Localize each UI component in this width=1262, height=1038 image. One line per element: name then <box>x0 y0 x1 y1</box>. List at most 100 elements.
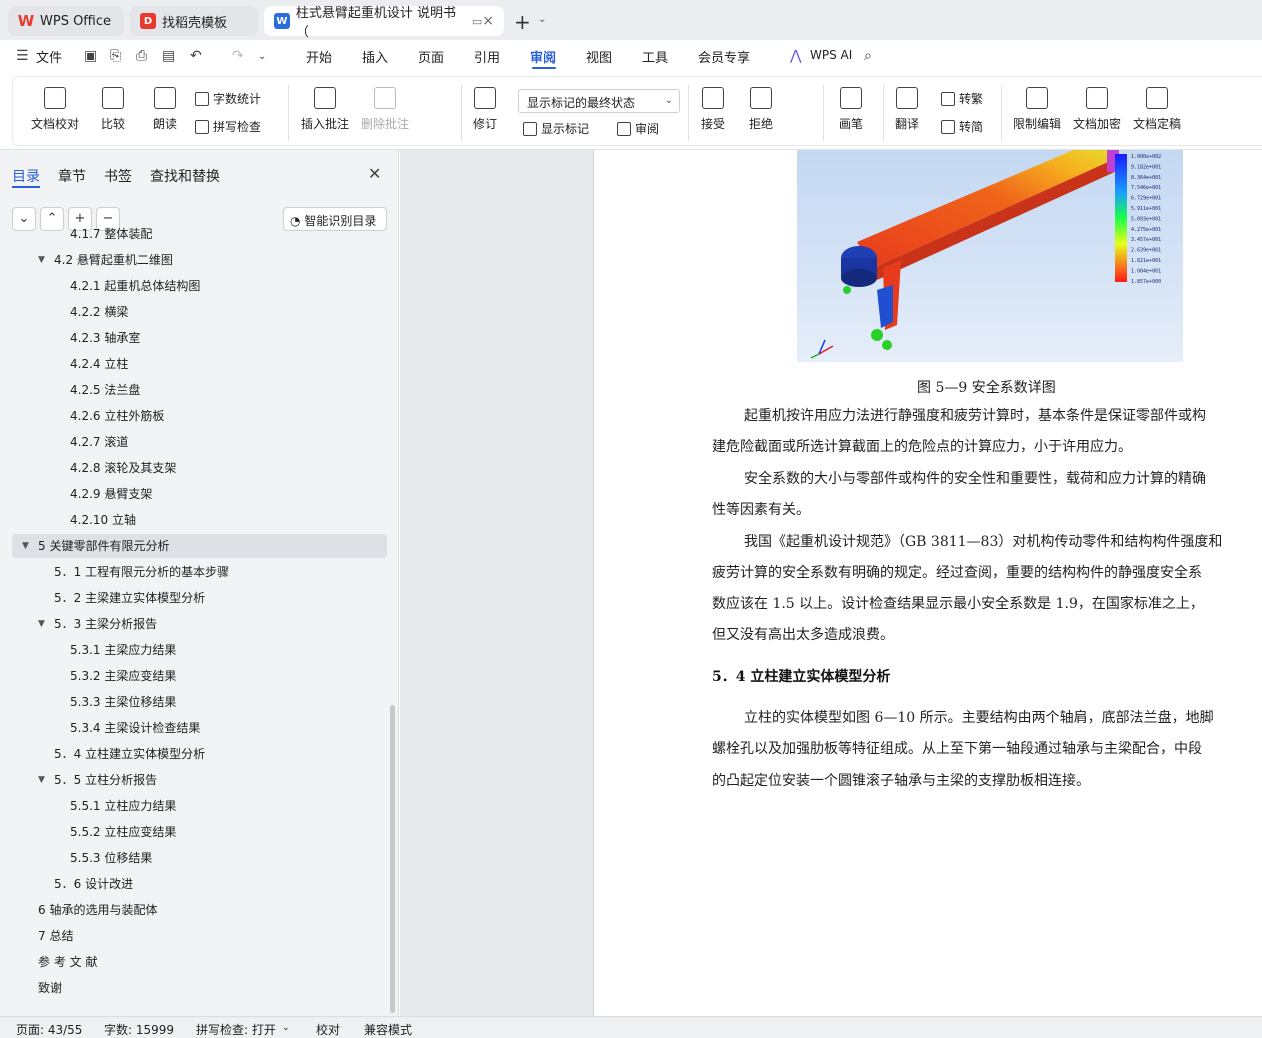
toc-item[interactable]: 5.5.3 位移结果 <box>12 846 387 870</box>
close-tab-icon[interactable]: × <box>482 13 494 29</box>
toc-item[interactable]: 4.2.8 滚轮及其支架 <box>12 456 387 480</box>
menu-insert[interactable]: 插入 <box>362 47 388 66</box>
axis-triad-icon <box>810 339 834 359</box>
encrypt-button[interactable]: 文档加密 <box>1073 87 1121 132</box>
menu-member[interactable]: 会员专享 <box>698 47 750 66</box>
caret-down-icon[interactable]: ▼ <box>38 768 45 792</box>
delete-comment-button[interactable]: 删除批注 <box>361 87 409 132</box>
chevron-down-icon[interactable]: ⌄ <box>282 1023 290 1033</box>
tab-bookmarks[interactable]: 书签 <box>104 166 132 186</box>
review-pane-button[interactable]: 审阅 <box>617 120 659 137</box>
caret-down-icon[interactable]: ▼ <box>22 534 29 558</box>
toc-item[interactable]: 5．6 设计改进 <box>12 872 387 896</box>
share-icon[interactable]: ⎘ <box>110 48 121 64</box>
toc-item-label: 5.5.1 立柱应力结果 <box>70 799 177 813</box>
tab-find-replace[interactable]: 查找和替换 <box>150 166 220 186</box>
page-indicator[interactable]: 页面: 43/55 <box>16 1021 82 1038</box>
toc-item[interactable]: 4.2.3 轴承室 <box>12 326 387 350</box>
toc-item[interactable]: 4.2.9 悬臂支架 <box>12 482 387 506</box>
spell-check-button[interactable]: 拼写检查 <box>195 118 261 135</box>
toc-item-label: 4.2.10 立轴 <box>70 513 136 527</box>
reject-button[interactable]: 拒绝 <box>749 87 773 132</box>
save-icon[interactable]: ▣ <box>84 48 97 64</box>
menu-page[interactable]: 页面 <box>418 47 444 66</box>
accept-button[interactable]: 接受 <box>701 87 725 132</box>
to-traditional-button[interactable]: 转繁 <box>941 90 983 107</box>
close-icon[interactable]: ✕ <box>368 164 381 183</box>
redo-icon[interactable]: ↷ <box>232 48 244 64</box>
insert-comment-button[interactable]: 插入批注 <box>301 87 349 132</box>
new-tab-button[interactable]: + <box>514 10 531 34</box>
read-aloud-button[interactable]: 朗读 <box>153 87 177 132</box>
tab-wps-office[interactable]: W WPS Office <box>8 6 124 36</box>
menu-references[interactable]: 引用 <box>474 47 500 66</box>
caret-down-icon[interactable]: ▼ <box>38 612 45 636</box>
menu-view[interactable]: 视图 <box>586 47 612 66</box>
toc-item[interactable]: 4.1.7 整体装配 <box>12 222 387 246</box>
scrollbar[interactable] <box>390 705 395 1013</box>
toc-item[interactable]: 5.5.1 立柱应力结果 <box>12 794 387 818</box>
spell-check-status[interactable]: 拼写检查: 打开 <box>196 1021 276 1038</box>
menu-file[interactable]: 文件 <box>36 47 62 66</box>
caret-down-icon[interactable]: ▼ <box>38 248 45 272</box>
translate-button[interactable]: 翻译 <box>895 87 919 132</box>
show-markup-icon <box>523 121 537 136</box>
to-simplified-button[interactable]: 转简 <box>941 118 983 135</box>
paragraph-line: 螺栓孔以及加强肋板等特征组成。从上至下第一轴段通过轴承与主梁配合，中段 <box>712 741 1202 757</box>
toc-item-label: 4.2.8 滚轮及其支架 <box>70 461 177 475</box>
toc-item[interactable]: 5.3.4 主梁设计检查结果 <box>12 716 387 740</box>
chevron-down-icon[interactable]: ⌄ <box>538 14 546 25</box>
tab-chapters[interactable]: 章节 <box>58 166 86 186</box>
print-preview-icon[interactable]: ▤ <box>162 48 175 64</box>
menu-home[interactable]: 开始 <box>306 47 332 66</box>
word-count-button[interactable]: 字数统计 <box>195 90 261 107</box>
toc-item[interactable]: 4.2.7 滚道 <box>12 430 387 454</box>
toc-item[interactable]: 4.2.4 立柱 <box>12 352 387 376</box>
toc-item[interactable]: 4.2.5 法兰盘 <box>12 378 387 402</box>
toc-item[interactable]: 4.2.1 起重机总体结构图 <box>12 274 387 298</box>
legend-value: 5.911e+001 <box>1131 206 1161 212</box>
track-changes-button[interactable]: 修订 <box>473 87 497 132</box>
tab-toc[interactable]: 目录 <box>12 166 40 186</box>
toc-item[interactable]: 5．4 立柱建立实体模型分析 <box>12 742 387 766</box>
toc-item[interactable]: 5．1 工程有限元分析的基本步骤 <box>12 560 387 584</box>
show-markup-button[interactable]: 显示标记 <box>523 120 589 137</box>
hamburger-icon[interactable]: ☰ <box>16 48 29 64</box>
finalize-button[interactable]: 文档定稿 <box>1133 87 1181 132</box>
toc-item[interactable]: 4.2.10 立轴 <box>12 508 387 532</box>
toc-item[interactable]: 4.2.6 立柱外筋板 <box>12 404 387 428</box>
toc-item[interactable]: ▼ 5．5 立柱分析报告 <box>12 768 387 792</box>
toc-item[interactable]: 5.3.1 主梁应力结果 <box>12 638 387 662</box>
proofread-button[interactable]: 文档校对 <box>31 87 79 132</box>
proof-status[interactable]: 校对 <box>316 1021 340 1038</box>
toc-item[interactable]: 6 轴承的选用与装配体 <box>12 898 387 922</box>
menu-review[interactable]: 审阅 <box>530 47 556 66</box>
toc-item[interactable]: 7 总结 <box>12 924 387 948</box>
toc-item[interactable]: 5.3.2 主梁应变结果 <box>12 664 387 688</box>
toc-item-label: 5.5.2 立柱应变结果 <box>70 825 177 839</box>
toc-item[interactable]: ▼ 4.2 悬臂起重机二维图 <box>12 248 387 272</box>
toc-item[interactable]: ▼ 5．3 主梁分析报告 <box>12 612 387 636</box>
toc-item[interactable]: 5.5.2 立柱应变结果 <box>12 820 387 844</box>
search-icon[interactable]: ⌕ <box>864 48 872 64</box>
toc-item[interactable]: 致谢 <box>12 976 387 1000</box>
toc-item[interactable]: 5．2 主梁建立实体模型分析 <box>12 586 387 610</box>
compare-button[interactable]: 比较 <box>101 87 125 132</box>
chevron-down-icon[interactable]: ⌄ <box>258 51 266 62</box>
pen-button[interactable]: 画笔 <box>839 87 863 132</box>
restrict-edit-button[interactable]: 限制编辑 <box>1013 87 1061 132</box>
navigation-pane: 目录 章节 书签 查找和替换 ✕ ⌄ ⌃ + − ◔ 智能识别目录 4.1.7 … <box>0 150 399 1016</box>
markup-state-select[interactable]: 显示标记的最终状态 ⌄ <box>518 89 680 113</box>
tab-templates[interactable]: D 找稻壳模板 <box>130 6 258 36</box>
toc-item[interactable]: ▼ 5 关键零部件有限元分析 <box>12 534 387 558</box>
undo-icon[interactable]: ↶ <box>190 48 202 64</box>
toc-item[interactable]: 5.3.3 主梁位移结果 <box>12 690 387 714</box>
word-count-status[interactable]: 字数: 15999 <box>104 1021 174 1038</box>
toc-item[interactable]: 4.2.2 横梁 <box>12 300 387 324</box>
menu-wps-ai[interactable]: WPS AI <box>810 48 852 62</box>
menu-tools[interactable]: 工具 <box>642 47 668 66</box>
toc-item[interactable]: 参 考 文 献 <box>12 950 387 974</box>
tab-document[interactable]: W 柱式悬臂起重机设计 说明书（ ▭ × <box>264 6 504 40</box>
legend-value: 9.182e+001 <box>1131 164 1161 170</box>
print-icon[interactable]: ⎙ <box>136 48 147 64</box>
